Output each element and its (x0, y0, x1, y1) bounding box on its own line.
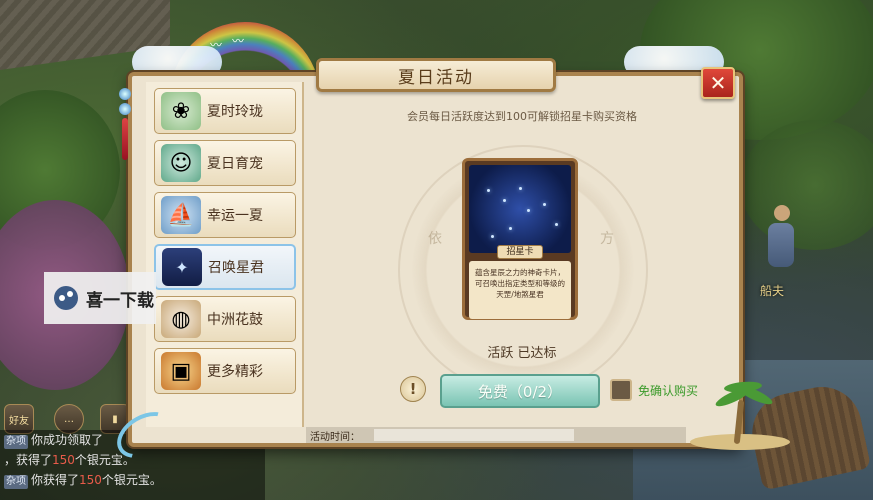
npc-body (768, 223, 794, 267)
tree (740, 120, 873, 250)
exclamation-icon: ! (409, 380, 417, 398)
event-time-bar: 活动时间： (306, 427, 686, 443)
chat-text: 个银元宝。 (101, 473, 162, 487)
sidebar-item-label: 幸运一夏 (207, 208, 263, 224)
jade-ornament-icon: ❀ (161, 92, 201, 130)
chat-amount: 150 (79, 473, 102, 487)
help-button[interactable]: ! (400, 376, 426, 402)
sidebar-item-label: 更多精彩 (207, 364, 263, 380)
event-sidebar: ❀ 夏时玲珑 ☺ 夏日育宠 ⛵ 幸运一夏 ✦ 召唤星君 ◍ 中洲花鼓 ▣ 更多精… (146, 82, 304, 427)
download-overlay[interactable]: 喜一下载 (44, 272, 156, 324)
npc-boatman[interactable] (768, 205, 796, 275)
star-card[interactable]: 招星卡 蕴含星辰之力的神奇卡片，可召唤出指定类型和等级的天罡/地煞星君 (462, 158, 578, 320)
star-icon (487, 189, 490, 192)
treasure-chest-icon: ▣ (161, 352, 201, 390)
constellation-image (469, 165, 571, 253)
star-icon (519, 187, 522, 190)
card-description: 蕴含星辰之力的神奇卡片，可召唤出指定类型和等级的天罡/地煞星君 (469, 261, 571, 319)
activity-status: 活跃 已达标 (487, 346, 557, 361)
sidebar-item-label: 夏日育宠 (207, 156, 263, 172)
free-purchase-button[interactable]: 免费（0/2） (440, 374, 600, 408)
sidebar-item-more[interactable]: ▣ 更多精彩 (154, 348, 296, 394)
bead-icon (119, 88, 131, 100)
hanging-ornament (116, 88, 134, 178)
sidebar-item-summon-star[interactable]: ✦ 召唤星君 (154, 244, 296, 290)
chat-bubble-icon: … (64, 413, 74, 425)
star-icon (509, 227, 512, 230)
mandala-glyph: 方 (600, 231, 614, 247)
mandala-glyph: 依 (428, 231, 442, 247)
npc-head (774, 205, 790, 221)
tassel-icon (122, 118, 128, 160)
boat-icon: ⛵ (161, 196, 201, 234)
npc-name-label: 船夫 (760, 284, 785, 298)
event-time-value (374, 429, 574, 441)
unlock-info-text: 会员每日活跃度达到100可解锁招星卡购买资格 (407, 110, 637, 123)
star-icon (543, 203, 546, 206)
sidebar-item-lucky-summer[interactable]: ⛵ 幸运一夏 (154, 192, 296, 238)
chat-text: ，获得了 (4, 453, 53, 467)
sidebar-item-summer-pet[interactable]: ☺ 夏日育宠 (154, 140, 296, 186)
share-icon (54, 286, 78, 310)
pet-icon: ☺ (161, 144, 201, 182)
sidebar-item-summer-jade[interactable]: ❀ 夏时玲珑 (154, 88, 296, 134)
panel-title: 夏日活动 (316, 58, 556, 92)
event-time-label: 活动时间： (310, 432, 360, 443)
sidebar-item-flower-drum[interactable]: ◍ 中洲花鼓 (154, 296, 296, 342)
bead-icon (119, 103, 131, 115)
chat-text: 你获得了 (31, 473, 80, 487)
auto-confirm-checkbox[interactable] (610, 379, 632, 401)
microphone-icon: ▮ (112, 413, 118, 425)
chat-line: 杂项 你获得了150个银元宝。 (0, 470, 265, 490)
palm-trunk (733, 399, 745, 445)
friends-label: 好友 (9, 415, 29, 427)
sidebar-item-label: 召唤星君 (208, 260, 264, 276)
chat-tag: 杂项 (4, 475, 28, 489)
chat-amount: 150 (52, 453, 75, 467)
star-icon (503, 199, 506, 202)
auto-confirm-label[interactable]: 免确认购买 (638, 382, 698, 399)
palm-tree-decoration (700, 372, 780, 452)
star-icon (527, 209, 530, 212)
star-icon (491, 235, 494, 238)
chat-tag: 杂项 (4, 435, 28, 449)
bird-icon: 〰 (232, 34, 245, 48)
drum-icon: ◍ (161, 300, 201, 338)
event-content: 会员每日活跃度达到100可解锁招星卡购买资格 依 方 招星卡 蕴含星辰之力的神奇… (306, 90, 738, 443)
star-icon (555, 223, 558, 226)
card-name-label: 招星卡 (497, 245, 543, 259)
download-overlay-text: 喜一下载 (86, 290, 154, 311)
chat-text: 你成功领取了 (31, 433, 104, 447)
sidebar-item-label: 中洲花鼓 (207, 312, 263, 328)
sidebar-item-label: 夏时玲珑 (207, 104, 263, 120)
star-card-icon: ✦ (162, 248, 202, 286)
